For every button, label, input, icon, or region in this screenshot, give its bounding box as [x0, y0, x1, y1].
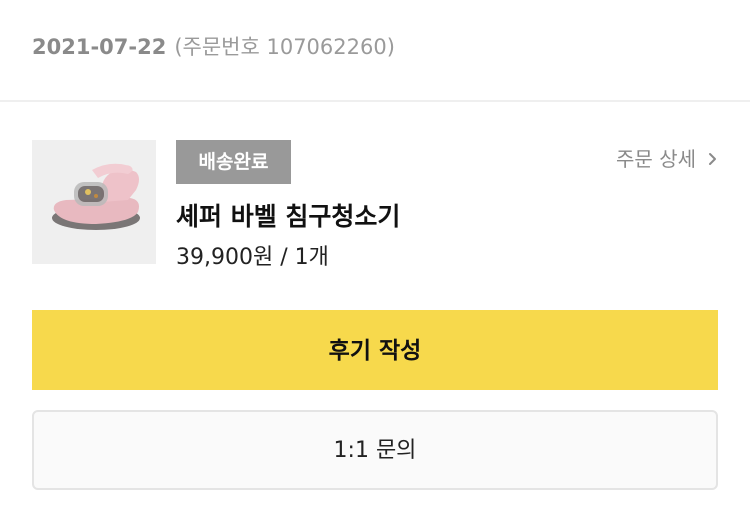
- product-thumbnail[interactable]: [32, 140, 156, 264]
- write-review-button[interactable]: 후기 작성: [32, 310, 718, 390]
- order-header: 2021-07-22 (주문번호 107062260): [0, 0, 750, 102]
- product-price-quantity: 39,900원 / 1개: [176, 245, 329, 270]
- order-date: 2021-07-22: [32, 35, 167, 59]
- order-date-line: 2021-07-22 (주문번호 107062260): [32, 33, 395, 61]
- product-name[interactable]: 셰퍼 바벨 침구청소기: [176, 200, 400, 234]
- one-to-one-inquiry-button[interactable]: 1:1 문의: [32, 410, 718, 490]
- status-badge: 배송완료: [176, 140, 291, 184]
- order-detail-label: 주문 상세: [616, 147, 696, 171]
- chevron-right-icon: [709, 153, 716, 165]
- order-detail-link[interactable]: 주문 상세: [616, 144, 720, 174]
- order-number: (주문번호 107062260): [174, 35, 395, 59]
- bed-vacuum-cleaner-product-image: [32, 140, 156, 264]
